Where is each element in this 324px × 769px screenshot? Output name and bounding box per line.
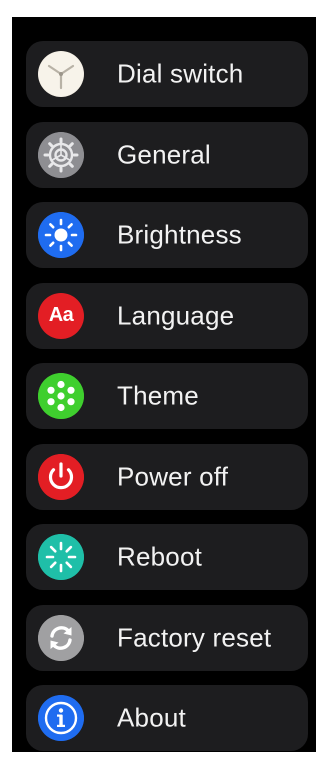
menu-item-theme[interactable]: Theme bbox=[26, 363, 308, 429]
menu-item-label: Factory reset bbox=[117, 622, 272, 652]
reboot-icon bbox=[38, 534, 84, 580]
clock-face-icon bbox=[38, 51, 84, 97]
menu-item-label: Reboot bbox=[117, 541, 203, 572]
menu-item-label: About bbox=[117, 702, 186, 733]
menu-item-about[interactable]: About bbox=[26, 685, 308, 751]
theme-icon bbox=[38, 373, 84, 419]
menu-item-label: General bbox=[117, 139, 211, 169]
menu-item-label: Power off bbox=[117, 461, 229, 491]
menu-item-power-off[interactable]: Power off bbox=[26, 443, 308, 510]
menu-item-dial-switch[interactable]: Dial switch bbox=[26, 41, 308, 107]
menu-item-label: Theme bbox=[117, 380, 199, 411]
settings-menu: Dial switch General Brightness Aa Langua… bbox=[26, 41, 308, 751]
menu-item-label: Brightness bbox=[117, 219, 242, 250]
menu-item-language[interactable]: Aa Language bbox=[26, 282, 308, 349]
info-icon bbox=[38, 695, 84, 741]
menu-item-brightness[interactable]: Brightness bbox=[26, 202, 308, 268]
watch-screen: Dial switch General Brightness Aa Langua… bbox=[12, 17, 316, 752]
menu-item-reboot[interactable]: Reboot bbox=[26, 524, 308, 590]
language-icon-text: Aa bbox=[48, 304, 74, 326]
factory-reset-icon bbox=[38, 614, 84, 661]
power-icon bbox=[38, 453, 84, 500]
language-icon: Aa bbox=[38, 292, 84, 339]
menu-item-label: Dial switch bbox=[117, 58, 244, 89]
gear-icon bbox=[38, 131, 84, 178]
menu-item-general[interactable]: General bbox=[26, 121, 308, 188]
sun-icon bbox=[38, 212, 84, 258]
menu-item-label: Language bbox=[117, 300, 235, 330]
menu-item-factory-reset[interactable]: Factory reset bbox=[26, 604, 308, 671]
